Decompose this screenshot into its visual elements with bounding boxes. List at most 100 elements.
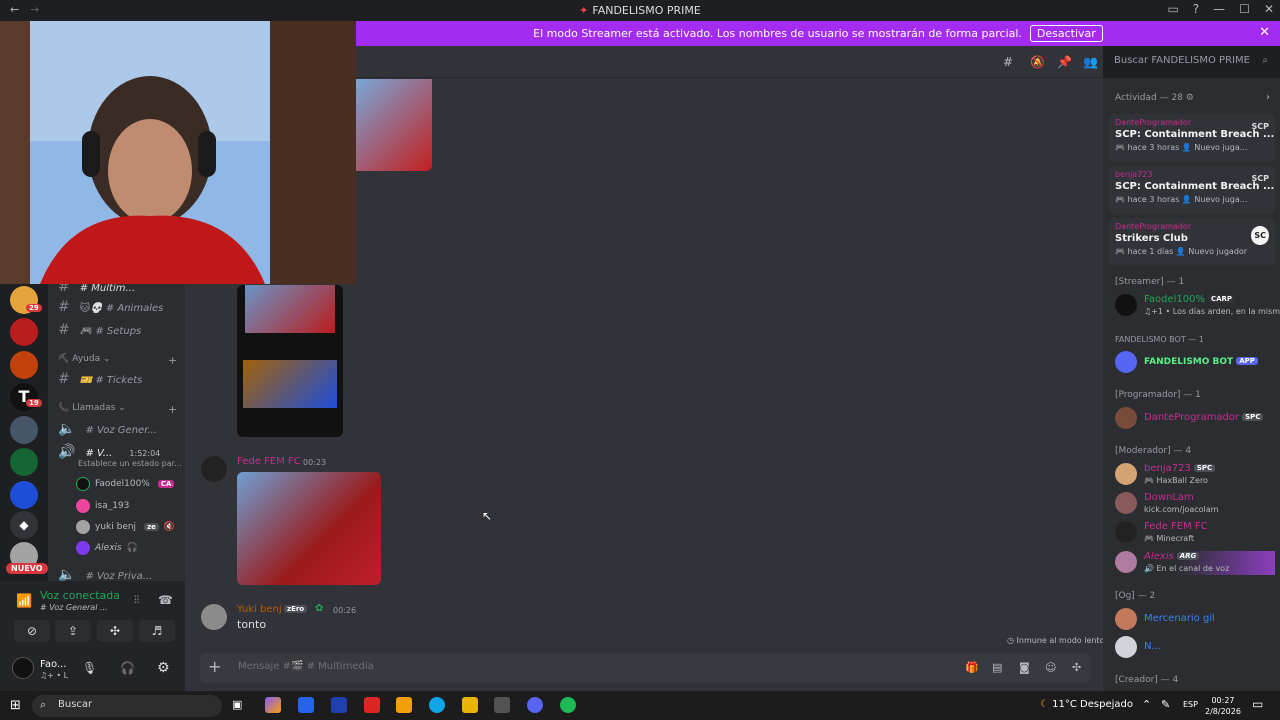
new-badge: NUEVO [6, 563, 48, 574]
emoji-icon[interactable]: ☺ [1045, 661, 1056, 674]
member-list-icon[interactable]: 👥 [1083, 55, 1098, 69]
server-icon[interactable] [10, 481, 38, 509]
help-icon[interactable]: ? [1193, 2, 1199, 16]
windows-start-icon[interactable]: ⊞ [10, 698, 21, 713]
microphone-icon[interactable]: 🎙 [82, 661, 97, 675]
voice-user[interactable]: Alexis 🎧 [76, 541, 138, 555]
add-attachment-icon[interactable]: + [208, 657, 221, 676]
inbox-icon[interactable]: ▭ [1167, 2, 1178, 16]
activity-card[interactable]: DanteProgramador SCP: Containment Breach… [1109, 114, 1275, 162]
message-input-placeholder[interactable]: Mensaje #🎬 # Multimedia [238, 661, 374, 672]
obs-icon[interactable] [494, 697, 510, 713]
language-indicator[interactable]: ESP [1183, 700, 1198, 709]
avatar[interactable] [201, 604, 227, 630]
voice-user[interactable]: isa_193 [76, 499, 129, 513]
channel-tickets[interactable]: # 🎫 # Tickets [58, 371, 142, 387]
maximize-button[interactable]: ☐ [1239, 2, 1250, 16]
member-item[interactable]: Faodel100% CARP ♫+1 • Los días arden, en … [1115, 294, 1280, 318]
avatar[interactable] [201, 456, 227, 482]
member-item[interactable]: Mercenario gil [1115, 608, 1275, 632]
server-icon[interactable] [10, 416, 38, 444]
server-icon[interactable]: ◆ [10, 511, 38, 539]
deactivate-button[interactable]: Desactivar [1029, 25, 1103, 42]
pin-icon[interactable]: 📌 [1057, 55, 1072, 69]
member-item[interactable]: N... [1115, 636, 1275, 660]
headphones-icon[interactable]: 🎧 [120, 661, 135, 675]
noise-suppression-icon[interactable]: ⫶⫶ [134, 595, 139, 606]
member-item[interactable]: benja723 SPC 🎮 HaxBall Zero [1115, 463, 1275, 487]
voice-user[interactable]: yuki benj ze 🔇 [76, 520, 175, 534]
tray-chevron-icon[interactable]: ⌃ [1142, 698, 1151, 711]
apps-icon[interactable]: ✣ [1072, 661, 1081, 674]
member-item[interactable]: DanteProgramador SPC [1115, 407, 1275, 431]
message-composer[interactable]: + Mensaje #🎬 # Multimedia 🎁 ▤ ◙ ☺ ✣ [200, 653, 1090, 683]
clock[interactable]: 00:27 2/8/2026 [1205, 695, 1241, 717]
server-search-input[interactable]: Buscar FANDELISMO PRIME ⌕ [1108, 53, 1274, 72]
add-channel-icon[interactable]: + [168, 354, 177, 367]
pen-icon[interactable]: ✎ [1161, 698, 1170, 711]
voice-user[interactable]: Faodel100% CA [76, 477, 175, 491]
taskbar-search[interactable]: ⌕ Buscar [32, 695, 222, 717]
disconnect-icon[interactable]: ☎ [158, 593, 173, 607]
minimize-button[interactable]: — [1213, 2, 1225, 16]
voice-channel-private[interactable]: 🔈 # Voz Priva... [58, 567, 152, 581]
chevron-right-icon[interactable]: › [1266, 92, 1270, 103]
app-icon[interactable] [364, 697, 380, 713]
message-timestamp: 00:26 [333, 606, 357, 615]
app-icon[interactable] [331, 697, 347, 713]
voice-channel-active[interactable]: 🔊 # V... 1:52:04 [58, 444, 160, 460]
gif-icon[interactable]: ▤ [992, 661, 1002, 674]
voice-status-setter[interactable]: Establece un estado par... [78, 459, 182, 468]
copilot-icon[interactable] [265, 697, 281, 713]
user-tag: zEro [284, 605, 308, 613]
self-avatar[interactable] [12, 657, 34, 679]
channel-animales[interactable]: # 🐱💀 # Animales [58, 299, 163, 315]
close-icon[interactable]: ✕ [1259, 25, 1270, 40]
role-group-header: [Og] — 2 [1115, 591, 1156, 601]
edge-icon[interactable] [429, 697, 445, 713]
member-item[interactable]: Alexis ARG 🔊 En el canal de voz [1115, 551, 1275, 575]
message-author[interactable]: Fede FEM FC [237, 456, 301, 467]
store-icon[interactable] [396, 697, 412, 713]
member-item[interactable]: DownLam kick.com/joacolam [1115, 492, 1275, 516]
mention-badge: 19 [26, 399, 42, 407]
app-icon[interactable] [298, 697, 314, 713]
message-image-attachment[interactable] [356, 79, 432, 171]
avatar [1115, 351, 1137, 373]
member-item[interactable]: Fede FEM FC 🎮 Minecraft [1115, 521, 1275, 545]
spotify-icon[interactable] [560, 697, 576, 713]
camera-off-button[interactable]: ⊘ [14, 620, 50, 642]
screen-share-button[interactable]: ⇪ [55, 620, 91, 642]
gift-icon[interactable]: 🎁 [965, 661, 979, 674]
discord-icon[interactable] [527, 697, 543, 713]
task-view-icon[interactable]: ▣ [232, 698, 248, 714]
weather-widget[interactable]: ☾ 11°C Despejado [1040, 699, 1133, 710]
activities-button[interactable]: ✣ [97, 620, 133, 642]
message-image-attachment[interactable] [237, 472, 381, 585]
category-llamadas[interactable]: 📞 Llamadas ⌄ + [58, 403, 177, 416]
channel-setups[interactable]: # 🎮 # Setups [58, 322, 141, 338]
sticker-icon[interactable]: ◙ [1019, 661, 1030, 674]
category-ayuda[interactable]: ⛏ Ayuda ⌄ + [58, 354, 177, 367]
member-item[interactable]: FANDELISMO BOT APP [1115, 351, 1275, 375]
add-channel-icon[interactable]: + [168, 403, 177, 416]
notifications-icon[interactable]: ▭ [1252, 697, 1263, 711]
activity-card[interactable]: DanteProgramador Strikers Club 🎮 hace 1 … [1109, 218, 1275, 266]
activity-header[interactable]: Actividad — 28 ⚙ [1115, 93, 1194, 103]
threads-icon[interactable]: # [1003, 55, 1013, 69]
voice-channel-general[interactable]: 🔈 # Voz Gener... [58, 421, 157, 437]
server-icon[interactable] [10, 351, 38, 379]
close-button[interactable]: ✕ [1264, 2, 1274, 16]
message-author[interactable]: Yuki benj [237, 604, 282, 615]
server-icon[interactable] [10, 448, 38, 476]
settings-gear-icon[interactable]: ⚙ [157, 660, 170, 676]
activity-card[interactable]: benja723 SCP: Containment Breach ... 🎮 h… [1109, 166, 1275, 214]
soundboard-button[interactable]: ♬ [139, 620, 175, 642]
file-explorer-icon[interactable] [462, 697, 478, 713]
avatar [1115, 492, 1137, 514]
server-icon[interactable] [10, 318, 38, 346]
voice-channel-link[interactable]: # Voz General ... [40, 603, 108, 612]
notifications-muted-icon[interactable]: 🔕 [1030, 55, 1045, 69]
avatar [76, 541, 90, 555]
message-image-attachment[interactable] [237, 285, 343, 437]
